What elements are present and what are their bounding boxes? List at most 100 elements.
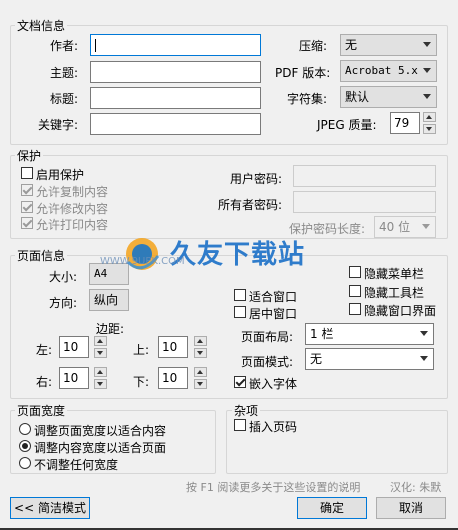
chevron-down-icon [423, 42, 431, 47]
owner-password-label: 所有者密码: [218, 198, 283, 212]
allow-copy-label: 允许复制内容 [36, 185, 109, 199]
spin-up-icon[interactable] [423, 112, 436, 122]
margin-top-label: 上: [133, 343, 150, 357]
owner-password-field[interactable] [293, 191, 436, 213]
allow-modify-label: 允许修改内容 [36, 202, 109, 216]
margin-left-value: 10 [63, 340, 79, 354]
title-field[interactable] [90, 87, 261, 109]
pdf-version-label: PDF 版本: [275, 66, 331, 80]
pdf-version-value: Acrobat 5.x [345, 64, 418, 77]
margin-bottom-field[interactable]: 10 [158, 367, 188, 389]
margin-bottom-value: 10 [162, 371, 178, 385]
spin-up-icon[interactable] [194, 336, 207, 346]
author-label: 作者: [50, 39, 79, 53]
page-mode-select[interactable]: 无 [305, 348, 434, 370]
allow-modify-checkbox[interactable] [21, 201, 33, 213]
enable-protect-checkbox[interactable] [21, 167, 33, 179]
spin-up-icon[interactable] [194, 367, 207, 377]
margin-right-field[interactable]: 10 [59, 367, 89, 389]
insert-page-number-checkbox[interactable] [234, 419, 246, 431]
keywords-field[interactable] [90, 113, 261, 135]
direction-select[interactable]: 纵向 [89, 289, 129, 311]
fit-window-checkbox[interactable] [234, 289, 246, 301]
watermark: 久友下载站 WWW.9UPK.COM [100, 232, 348, 284]
allow-print-label: 允许打印内容 [36, 218, 109, 232]
margin-top-stepper[interactable] [194, 336, 207, 358]
hide-menu-label: 隐藏菜单栏 [364, 267, 425, 281]
jpeg-quality-stepper[interactable] [423, 112, 436, 134]
user-password-field[interactable] [293, 165, 436, 187]
page-width-title: 页面宽度 [15, 402, 68, 419]
center-window-label: 居中窗口 [249, 307, 298, 321]
width-option-2-radio[interactable] [19, 440, 31, 452]
enable-protect-label: 启用保护 [36, 168, 85, 182]
compress-value: 无 [345, 38, 358, 52]
spin-up-icon[interactable] [94, 336, 107, 346]
watermark-url: WWW.9UPK.COM [100, 256, 185, 267]
hide-menu-checkbox[interactable] [349, 266, 361, 278]
fit-window-label: 适合窗口 [249, 290, 298, 304]
charset-label: 字符集: [287, 92, 328, 106]
direction-label: 方向: [49, 296, 78, 310]
compress-select[interactable]: 无 [340, 34, 437, 56]
jpeg-quality-value: 79 [394, 116, 410, 130]
hide-window-ui-label: 隐藏窗口界面 [364, 304, 437, 318]
hide-toolbar-checkbox[interactable] [349, 285, 361, 297]
doc-info-title: 文档信息 [15, 17, 68, 34]
margin-left-label: 左: [36, 343, 53, 357]
protect-title: 保护 [15, 147, 44, 164]
keywords-label: 关键字: [38, 118, 79, 132]
spin-up-icon[interactable] [94, 367, 107, 377]
page-layout-select[interactable]: 1 栏 [305, 323, 434, 345]
width-option-1-radio[interactable] [19, 423, 31, 435]
hide-toolbar-label: 隐藏工具栏 [364, 286, 425, 300]
spin-down-icon[interactable] [94, 348, 107, 358]
allow-print-checkbox[interactable] [21, 217, 33, 229]
allow-copy-checkbox[interactable] [21, 184, 33, 196]
insert-page-number-label: 插入页码 [249, 420, 298, 434]
spin-down-icon[interactable] [423, 124, 436, 134]
pdf-version-select[interactable]: Acrobat 5.x [340, 60, 437, 82]
jpeg-quality-field[interactable]: 79 [390, 112, 420, 134]
page-size-value: A4 [94, 267, 108, 280]
margin-top-field[interactable]: 10 [158, 336, 188, 358]
cancel-button[interactable]: 取消 [376, 497, 446, 519]
charset-select[interactable]: 默认 [340, 86, 437, 108]
hide-window-ui-checkbox[interactable] [349, 303, 361, 315]
password-length-select[interactable]: 40 位 [374, 216, 436, 238]
compress-label: 压缩: [299, 39, 328, 53]
margin-bottom-label: 下: [133, 375, 150, 389]
help-hint: 按 F1 阅读更多关于这些设置的说明 [186, 481, 361, 494]
misc-title: 杂项 [232, 402, 261, 419]
page-info-title: 页面信息 [15, 247, 68, 264]
chevron-down-icon [420, 356, 428, 361]
charset-value: 默认 [345, 90, 370, 104]
margin-left-field[interactable]: 10 [59, 336, 89, 358]
ok-button[interactable]: 确定 [297, 497, 367, 519]
page-mode-label: 页面模式: [241, 355, 294, 369]
margin-label: 边距: [96, 322, 125, 336]
simple-mode-button[interactable]: << 简洁模式 [10, 497, 90, 519]
direction-value: 纵向 [94, 293, 119, 307]
embed-fonts-label: 嵌入字体 [249, 377, 298, 391]
margin-right-label: 右: [36, 375, 53, 389]
title-label: 标题: [50, 92, 79, 106]
chevron-down-icon [423, 94, 431, 99]
margin-bottom-stepper[interactable] [194, 367, 207, 389]
width-option-3-label: 不调整任何宽度 [34, 458, 119, 472]
chevron-down-icon [420, 331, 428, 336]
spin-down-icon[interactable] [94, 379, 107, 389]
margin-right-stepper[interactable] [94, 367, 107, 389]
margin-left-stepper[interactable] [94, 336, 107, 358]
margin-top-value: 10 [162, 340, 178, 354]
page-mode-value: 无 [310, 352, 323, 366]
spin-down-icon[interactable] [194, 348, 207, 358]
width-option-2-label: 调整内容宽度以适合页面 [34, 441, 167, 455]
embed-fonts-checkbox[interactable] [234, 376, 246, 388]
jpeg-label: JPEG 质量: [317, 118, 377, 132]
subject-field[interactable] [90, 61, 261, 83]
spin-down-icon[interactable] [194, 379, 207, 389]
author-field[interactable] [90, 34, 261, 56]
center-window-checkbox[interactable] [234, 306, 246, 318]
width-option-3-radio[interactable] [19, 457, 31, 469]
